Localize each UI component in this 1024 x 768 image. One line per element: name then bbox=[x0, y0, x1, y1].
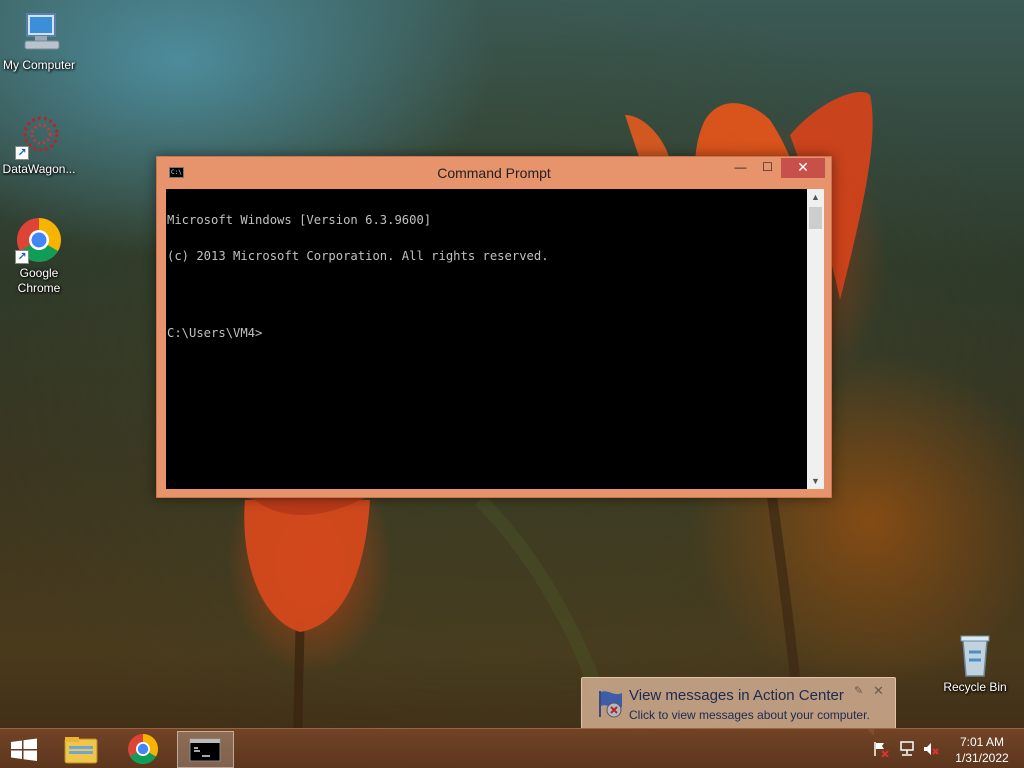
pin-icon[interactable]: ✎ bbox=[854, 684, 863, 697]
recycle-bin-icon bbox=[951, 630, 999, 678]
action-center-flag-icon[interactable] bbox=[872, 741, 890, 758]
shortcut-arrow-icon: ↗ bbox=[15, 250, 29, 264]
taskbar-chrome[interactable] bbox=[115, 731, 171, 768]
taskbar-command-prompt[interactable] bbox=[177, 731, 234, 768]
action-center-notification[interactable]: View messages in Action Center Click to … bbox=[581, 677, 896, 729]
taskbar: 7:01 AM 1/31/2022 bbox=[0, 728, 1024, 768]
console-line: (c) 2013 Microsoft Corporation. All righ… bbox=[167, 249, 549, 263]
scroll-thumb[interactable] bbox=[809, 207, 822, 229]
my-computer-icon bbox=[15, 8, 63, 56]
vertical-scrollbar[interactable]: ▲ ▼ bbox=[807, 189, 824, 489]
file-explorer-icon bbox=[64, 737, 98, 764]
desktop-icon-recycle-bin[interactable]: Recycle Bin bbox=[936, 630, 1014, 695]
desktop-icon-label: My Computer bbox=[2, 58, 76, 72]
action-center-flag-icon bbox=[592, 687, 626, 719]
console-prompt: C:\Users\VM4> bbox=[167, 326, 263, 340]
scroll-up-icon[interactable]: ▲ bbox=[807, 189, 824, 205]
minimize-button[interactable]: — bbox=[727, 158, 754, 178]
taskbar-file-explorer[interactable] bbox=[53, 731, 109, 768]
chrome-icon: ↗ bbox=[15, 216, 63, 264]
start-button[interactable] bbox=[0, 731, 48, 768]
system-clock[interactable]: 7:01 AM 1/31/2022 bbox=[948, 734, 1016, 766]
clock-date: 1/31/2022 bbox=[955, 751, 1009, 765]
command-prompt-window[interactable]: C:\ Command Prompt — ☐ ✕ Microsoft Windo… bbox=[156, 156, 832, 498]
close-button[interactable]: ✕ bbox=[781, 158, 825, 178]
notification-body: Click to view messages about your comput… bbox=[629, 708, 870, 722]
datawagon-icon: ↗ bbox=[15, 112, 63, 160]
start-icon bbox=[11, 738, 37, 761]
notification-title: View messages in Action Center bbox=[629, 687, 844, 704]
console-output[interactable]: Microsoft Windows [Version 6.3.9600] (c)… bbox=[166, 189, 807, 489]
chrome-icon bbox=[128, 734, 159, 765]
desktop-icon-label: DataWagon... bbox=[2, 162, 76, 176]
title-bar[interactable]: C:\ Command Prompt — ☐ ✕ bbox=[157, 157, 831, 189]
maximize-button[interactable]: ☐ bbox=[754, 158, 781, 178]
desktop-icon-my-computer[interactable]: My Computer bbox=[0, 8, 78, 73]
shortcut-arrow-icon: ↗ bbox=[15, 146, 29, 160]
console-line: Microsoft Windows [Version 6.3.9600] bbox=[167, 213, 432, 227]
desktop-icon-google-chrome[interactable]: ↗ Google Chrome bbox=[0, 216, 78, 296]
desktop-icon-label: Recycle Bin bbox=[943, 680, 1007, 694]
notification-close-icon[interactable]: ✕ bbox=[873, 683, 884, 699]
desktop-icon-datawagon[interactable]: ↗ DataWagon... bbox=[0, 112, 78, 177]
command-prompt-icon bbox=[189, 738, 221, 762]
desktop-icon-label: Google Chrome bbox=[17, 266, 61, 295]
volume-muted-icon[interactable] bbox=[922, 741, 940, 757]
scroll-down-icon[interactable]: ▼ bbox=[807, 473, 824, 489]
network-icon[interactable] bbox=[898, 741, 916, 757]
clock-time: 7:01 AM bbox=[959, 735, 1005, 749]
